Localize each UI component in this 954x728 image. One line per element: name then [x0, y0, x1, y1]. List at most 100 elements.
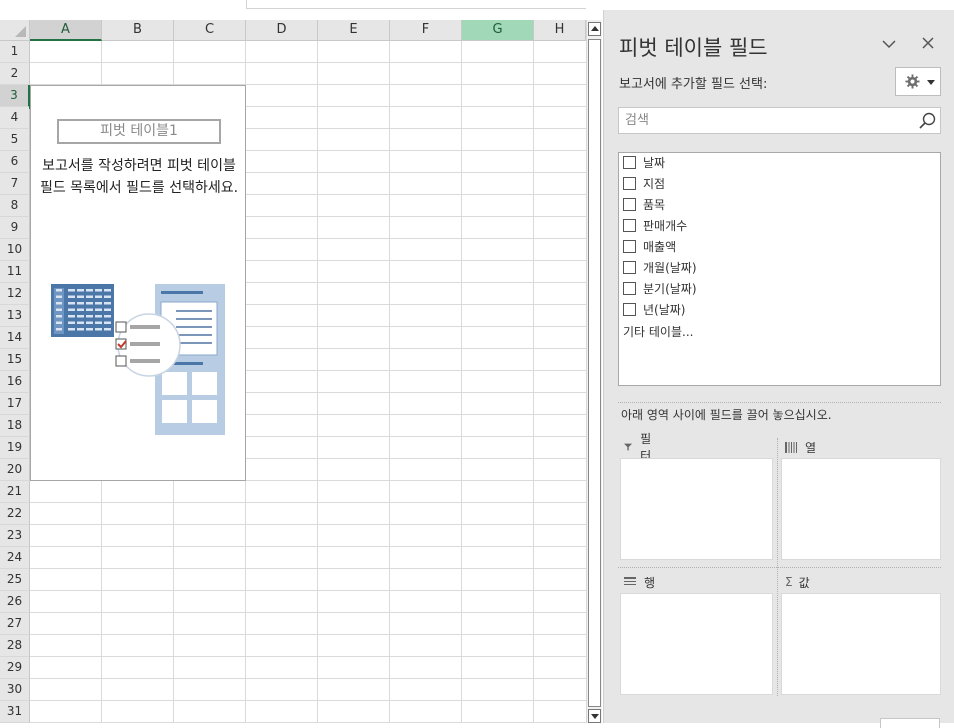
sigma-icon: Σ	[785, 575, 793, 589]
section-divider	[618, 402, 941, 403]
row-header-18[interactable]: 18	[0, 415, 30, 437]
field-label: 지점	[643, 176, 666, 191]
row-header-22[interactable]: 22	[0, 503, 30, 525]
search-icon[interactable]	[918, 111, 937, 130]
row-header-8[interactable]: 8	[0, 195, 30, 217]
source-table-icon	[51, 284, 114, 337]
field-item[interactable]: 품목	[623, 195, 665, 213]
row-header-21[interactable]: 21	[0, 481, 30, 503]
column-header-e[interactable]: E	[318, 20, 390, 41]
defer-update-button[interactable]	[880, 718, 940, 728]
pivot-instruction-text: 보고서를 작성하려면 피벗 테이블 필드 목록에서 필드를 선택하세요.	[39, 158, 239, 196]
caret-down-icon	[927, 80, 935, 85]
pivot-field-pane: 피벗 테이블 필드 보고서에 추가할 필드 선택: 날짜지점품목판매개수매출액개…	[603, 10, 954, 728]
pivot-illustration	[51, 284, 225, 435]
gear-icon	[905, 74, 920, 89]
formula-bar-edge[interactable]	[246, 0, 586, 9]
row-header-3[interactable]: 3	[0, 85, 30, 107]
row-header-1[interactable]: 1	[0, 41, 30, 63]
field-checkbox[interactable]	[623, 155, 636, 169]
field-label: 날짜	[643, 155, 666, 170]
tools-button[interactable]	[895, 67, 941, 96]
field-item[interactable]: 분기(날짜)	[623, 279, 697, 297]
column-header-a[interactable]: A	[30, 20, 102, 41]
field-search-box[interactable]	[618, 107, 941, 134]
field-checkbox[interactable]	[623, 176, 636, 190]
field-item[interactable]: 날짜	[623, 153, 665, 171]
field-item[interactable]: 판매개수	[623, 216, 687, 234]
area-divider-horizontal	[618, 567, 941, 568]
row-header-27[interactable]: 27	[0, 613, 30, 635]
select-all-button[interactable]	[0, 20, 30, 41]
row-header-15[interactable]: 15	[0, 349, 30, 371]
column-header-b[interactable]: B	[102, 20, 174, 41]
row-header-13[interactable]: 13	[0, 305, 30, 327]
field-label: 년(날짜)	[643, 302, 686, 317]
row-header-26[interactable]: 26	[0, 591, 30, 613]
column-header-g[interactable]: G	[462, 20, 534, 41]
column-header-d[interactable]: D	[246, 20, 318, 41]
row-header-7[interactable]: 7	[0, 173, 30, 195]
field-checkbox[interactable]	[623, 197, 636, 211]
vertical-scrollbar[interactable]	[586, 20, 602, 723]
magnifier-checklist-icon	[115, 313, 181, 377]
row-header-30[interactable]: 30	[0, 679, 30, 701]
row-header-4[interactable]: 4	[0, 107, 30, 129]
field-checkbox[interactable]	[623, 239, 636, 253]
row-header-23[interactable]: 23	[0, 525, 30, 547]
search-input[interactable]	[619, 108, 909, 133]
field-item[interactable]: 년(날짜)	[623, 300, 685, 318]
field-label: 매출액	[643, 239, 677, 254]
close-icon[interactable]	[920, 35, 936, 51]
row-header-17[interactable]: 17	[0, 393, 30, 415]
field-item[interactable]: 매출액	[623, 237, 676, 255]
rows-area-label: 행	[644, 575, 656, 590]
row-header-2[interactable]: 2	[0, 63, 30, 85]
row-header-28[interactable]: 28	[0, 635, 30, 657]
row-header-12[interactable]: 12	[0, 283, 30, 305]
columns-icon	[785, 441, 797, 453]
more-tables-link[interactable]: 기타 테이블...	[623, 323, 693, 340]
row-header-31[interactable]: 31	[0, 701, 30, 723]
pane-title: 피벗 테이블 필드	[619, 36, 768, 60]
field-label: 품목	[643, 197, 666, 212]
columns-drop-zone[interactable]	[781, 458, 941, 560]
row-header-16[interactable]: 16	[0, 371, 30, 393]
worksheet: ABCDEFGH 1 2 3 4 5 6 7 8 9 10 11 12 13 14 15 16 17 18 19 20…	[0, 0, 586, 723]
filter-icon	[624, 443, 633, 451]
column-header-h[interactable]: H	[534, 20, 586, 41]
row-header-10[interactable]: 10	[0, 239, 30, 261]
pivot-table-name: 피벗 테이블1	[57, 119, 221, 144]
row-header-29[interactable]: 29	[0, 657, 30, 679]
row-header-11[interactable]: 11	[0, 261, 30, 283]
field-label: 분기(날짜)	[643, 281, 697, 296]
drag-instruction: 아래 영역 사이에 필드를 끌어 놓으십시오.	[621, 408, 832, 422]
row-header-6[interactable]: 6	[0, 151, 30, 173]
field-item[interactable]: 지점	[623, 174, 665, 192]
field-checkbox[interactable]	[623, 260, 636, 274]
row-header-20[interactable]: 20	[0, 459, 30, 481]
pivot-table-placeholder[interactable]: 피벗 테이블1 보고서를 작성하려면 피벗 테이블 필드 목록에서 필드를 선택…	[30, 85, 246, 481]
field-label: 개월(날짜)	[643, 260, 697, 275]
row-header-24[interactable]: 24	[0, 547, 30, 569]
row-header-19[interactable]: 19	[0, 437, 30, 459]
row-header-9[interactable]: 9	[0, 217, 30, 239]
row-header-25[interactable]: 25	[0, 569, 30, 591]
values-drop-zone[interactable]	[781, 593, 941, 695]
rows-drop-zone[interactable]	[620, 593, 773, 695]
field-checkbox[interactable]	[623, 302, 636, 316]
field-checkbox[interactable]	[623, 218, 636, 232]
row-header-14[interactable]: 14	[0, 327, 30, 349]
scroll-up-button[interactable]	[588, 22, 601, 36]
chevron-down-icon[interactable]	[880, 37, 898, 51]
scrollbar-thumb[interactable]	[588, 39, 601, 707]
row-header-5[interactable]: 5	[0, 129, 30, 151]
scroll-down-button[interactable]	[588, 709, 601, 723]
column-header-f[interactable]: F	[390, 20, 462, 41]
column-header-c[interactable]: C	[174, 20, 246, 41]
filters-drop-zone[interactable]	[620, 458, 773, 560]
field-item[interactable]: 개월(날짜)	[623, 258, 697, 276]
field-list: 날짜지점품목판매개수매출액개월(날짜) 분기(날짜) 년(날짜) 기타 테이블...	[618, 152, 941, 386]
field-checkbox[interactable]	[623, 281, 636, 295]
values-area-label: 값	[798, 575, 810, 590]
